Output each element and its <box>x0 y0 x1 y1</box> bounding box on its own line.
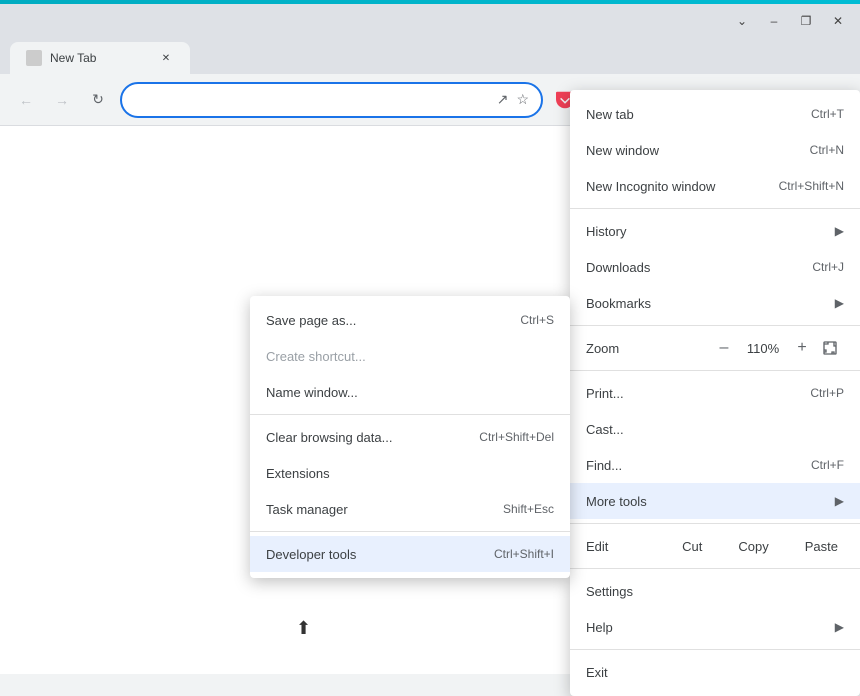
restore-button[interactable]: ❐ <box>792 7 820 35</box>
menu-item-new-tab[interactable]: New tab Ctrl+T <box>570 96 860 132</box>
tab-favicon <box>26 50 42 66</box>
menu-item-bookmarks[interactable]: Bookmarks ▶ <box>570 285 860 321</box>
zoom-controls: – 110% + <box>710 334 816 362</box>
more-tools-submenu: Save page as... Ctrl+S Create shortcut..… <box>250 296 570 578</box>
menu-item-settings[interactable]: Settings <box>570 573 860 609</box>
menu-item-downloads[interactable]: Downloads Ctrl+J <box>570 249 860 285</box>
submenu-name-window[interactable]: Name window... <box>250 374 570 410</box>
menu-item-more-tools[interactable]: More tools ▶ <box>570 483 860 519</box>
submenu-separator-2 <box>250 531 570 532</box>
menu-separator-6 <box>570 649 860 650</box>
menu-item-new-incognito[interactable]: New Incognito window Ctrl+Shift+N <box>570 168 860 204</box>
active-tab[interactable]: New Tab ✕ <box>10 42 190 74</box>
share-icon[interactable]: ↗ <box>497 91 509 108</box>
cut-button[interactable]: Cut <box>666 532 718 560</box>
minimize-button2[interactable]: – <box>760 7 788 35</box>
title-bar: ⌄ – ❐ ✕ <box>0 4 860 38</box>
menu-item-print[interactable]: Print... Ctrl+P <box>570 375 860 411</box>
menu-separator-4 <box>570 523 860 524</box>
menu-separator-3 <box>570 370 860 371</box>
menu-item-help[interactable]: Help ▶ <box>570 609 860 645</box>
reload-button[interactable]: ↻ <box>84 86 112 114</box>
bookmark-icon[interactable]: ☆ <box>516 91 529 108</box>
back-button: ← <box>12 86 40 114</box>
zoom-row: Zoom – 110% + <box>570 330 860 366</box>
submenu-separator-1 <box>250 414 570 415</box>
tab-bar: New Tab ✕ <box>0 38 860 74</box>
zoom-fullscreen-button[interactable] <box>816 334 844 362</box>
menu-item-cast[interactable]: Cast... <box>570 411 860 447</box>
edit-row: Edit Cut Copy Paste <box>570 528 860 564</box>
paste-button[interactable]: Paste <box>789 532 854 560</box>
minimize-button[interactable]: ⌄ <box>728 7 756 35</box>
tab-close-button[interactable]: ✕ <box>158 50 174 66</box>
menu-item-find[interactable]: Find... Ctrl+F <box>570 447 860 483</box>
menu-separator-5 <box>570 568 860 569</box>
main-dropdown-menu: New tab Ctrl+T New window Ctrl+N New Inc… <box>570 90 860 696</box>
submenu-task-manager[interactable]: Task manager Shift+Esc <box>250 491 570 527</box>
submenu-clear-browsing[interactable]: Clear browsing data... Ctrl+Shift+Del <box>250 419 570 455</box>
close-button[interactable]: ✕ <box>824 7 852 35</box>
menu-separator-1 <box>570 208 860 209</box>
address-bar[interactable]: ↗ ☆ <box>120 82 543 118</box>
menu-item-new-window[interactable]: New window Ctrl+N <box>570 132 860 168</box>
zoom-value: 110% <box>738 341 788 356</box>
menu-item-exit[interactable]: Exit <box>570 654 860 690</box>
submenu-developer-tools[interactable]: Developer tools Ctrl+Shift+I <box>250 536 570 572</box>
tab-label: New Tab <box>50 51 96 65</box>
zoom-in-button[interactable]: + <box>788 334 816 362</box>
submenu-save-page[interactable]: Save page as... Ctrl+S <box>250 302 570 338</box>
copy-button[interactable]: Copy <box>722 532 784 560</box>
menu-separator-2 <box>570 325 860 326</box>
menu-item-history[interactable]: History ▶ <box>570 213 860 249</box>
forward-button: → <box>48 86 76 114</box>
submenu-extensions[interactable]: Extensions <box>250 455 570 491</box>
zoom-out-button[interactable]: – <box>710 334 738 362</box>
submenu-create-shortcut: Create shortcut... <box>250 338 570 374</box>
